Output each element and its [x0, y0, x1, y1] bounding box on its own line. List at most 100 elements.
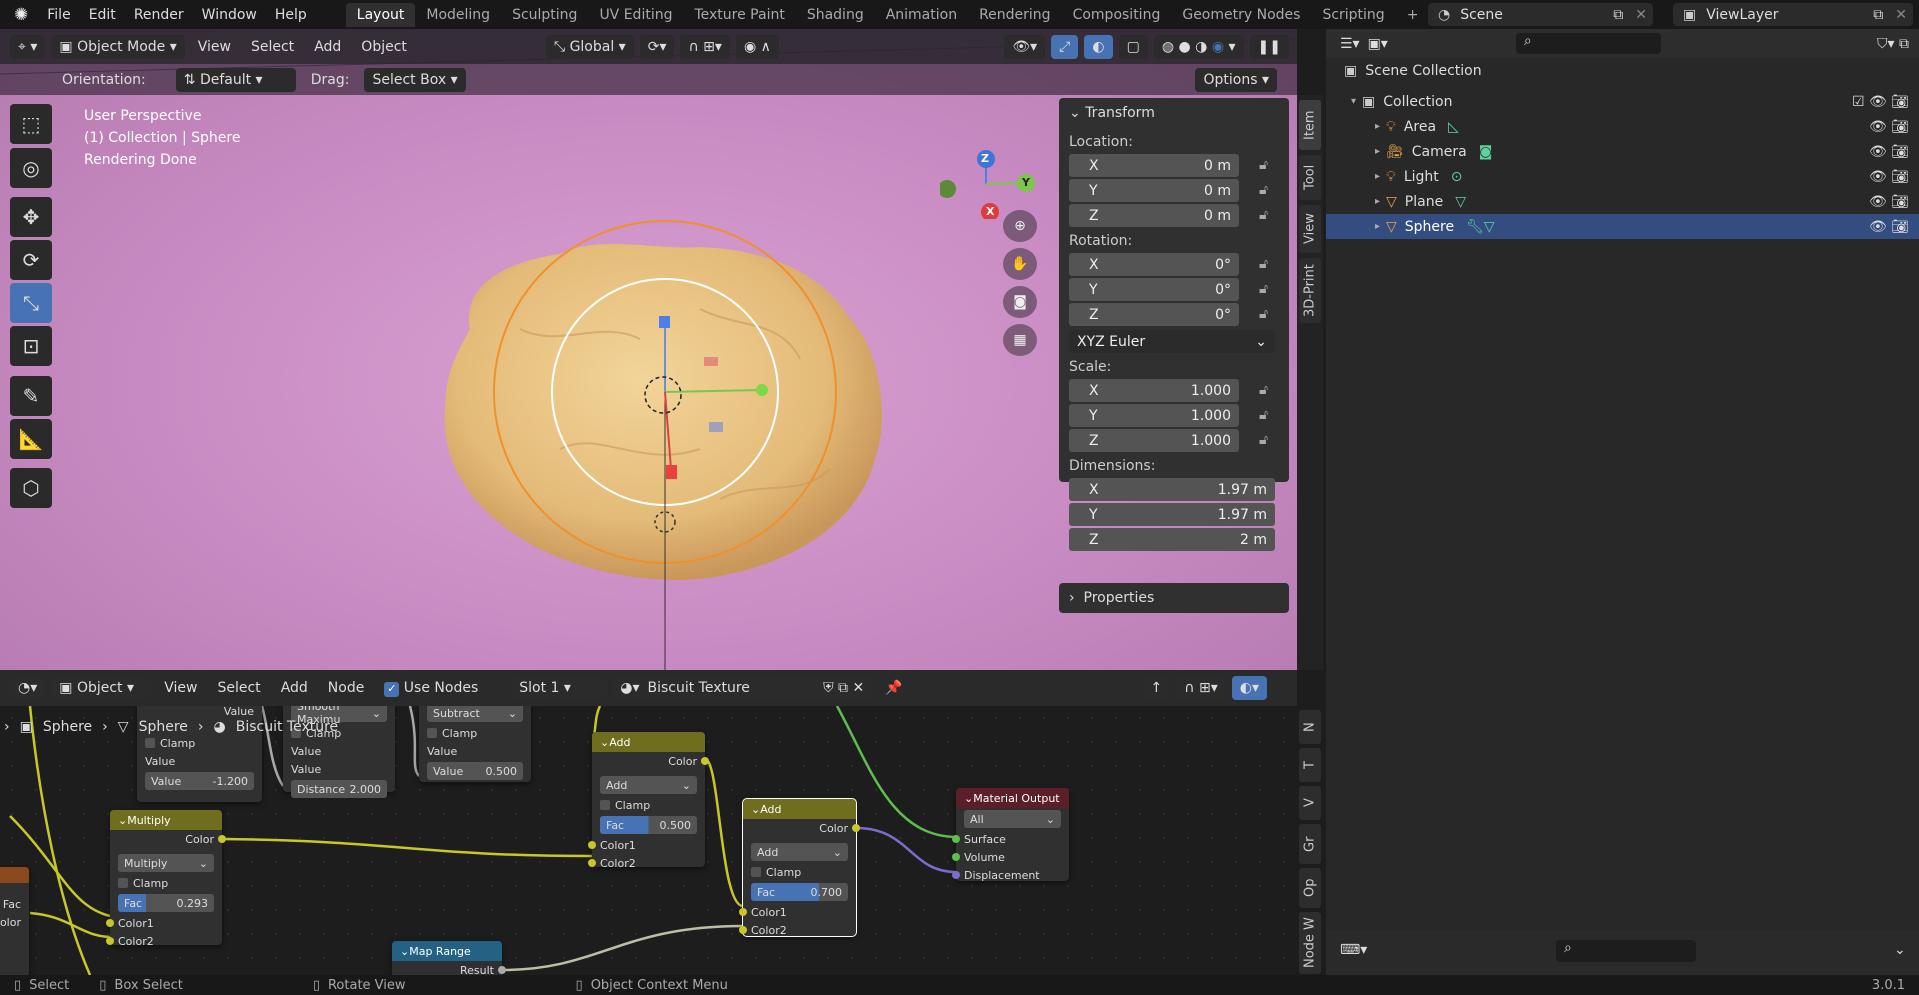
lock-icon[interactable]: 🔓︎ [1259, 382, 1268, 398]
properties-search-input[interactable]: ⌕ [1556, 940, 1696, 962]
scale-tool-icon[interactable]: ⤡ [10, 283, 52, 323]
outliner-label[interactable]: Light [1404, 169, 1439, 185]
rotation-x-field[interactable]: X 0° [1069, 253, 1239, 276]
value-field[interactable]: Value -1.200 [145, 772, 254, 790]
material-output-node[interactable]: ⌄ Material Output All ⌄ Surface Volume Di… [952, 788, 1069, 882]
breadcrumb-mesh[interactable]: Sphere [139, 719, 188, 735]
gizmo-toggle-icon[interactable]: ⤢ [1051, 34, 1079, 59]
use-nodes-checkbox[interactable]: ✓ Use Nodes [377, 676, 485, 701]
orientation-dropdown[interactable]: ⇅ Default ▾ [175, 67, 296, 92]
eye-icon[interactable]: 👁︎ [1869, 119, 1887, 135]
pause-render-icon[interactable]: ❚❚ [1249, 34, 1289, 59]
outliner-row-sphere[interactable]: ▸ ▽ Sphere 🔧︎▽ 👁︎ 📷︎ [1326, 214, 1919, 239]
operation-dropdown[interactable]: Subtract ⌄ [427, 706, 523, 722]
outliner-label[interactable]: Collection [1383, 94, 1452, 110]
lock-icon[interactable]: 🔓︎ [1259, 256, 1268, 272]
overlay-toggle-icon[interactable]: ◐▾ [1231, 676, 1267, 700]
tab-layout[interactable]: Layout [345, 2, 416, 27]
tab-texture-paint[interactable]: Texture Paint [683, 3, 795, 27]
fac-slider[interactable]: Fac 0.293 [118, 894, 214, 912]
tab-modeling[interactable]: Modeling [415, 3, 501, 27]
expand-arrow-icon[interactable]: ▸ [1326, 121, 1386, 132]
node-header[interactable]: ⌄ Multiply [110, 810, 222, 830]
lock-icon[interactable]: 🔓︎ [1259, 157, 1268, 173]
tab-animation[interactable]: Animation [875, 3, 968, 27]
gizmo-z[interactable]: Z [981, 152, 989, 165]
distance-field[interactable]: Distance 2.000 [291, 780, 387, 798]
menu-view[interactable]: View [191, 35, 238, 59]
proportional-edit-icon[interactable]: ◉ ∧ [735, 34, 779, 59]
chevron-down-icon[interactable]: ⌄ [1894, 942, 1906, 958]
mix-node-multiply[interactable]: ⌄ Multiply Color Multiply ⌄ Clamp Fac 0.29… [106, 810, 226, 948]
shading-modes-icon[interactable]: ◍ ● ◑ ◉ ▾ [1153, 34, 1244, 59]
measure-tool-icon[interactable]: 📐 [10, 419, 52, 459]
xray-icon[interactable]: ▢ [1118, 34, 1148, 59]
material-selector[interactable]: ◕▾ Biscuit Texture ⛨ ⧉ ✕ [612, 676, 873, 700]
math-node-subtract[interactable]: Subtract ⌄ Clamp Value Value 0.500 [419, 706, 531, 782]
pin-icon[interactable]: 📌 [878, 676, 909, 700]
camera-render-icon[interactable]: 📷︎ [1891, 119, 1909, 135]
blender-logo-icon[interactable]: ✺ [0, 5, 38, 25]
node-tab-gr[interactable]: Gr [1299, 824, 1321, 864]
eye-icon[interactable]: 👁︎ [1869, 169, 1887, 185]
expand-arrow-icon[interactable]: ▸ [1326, 146, 1386, 157]
gizmo-x[interactable]: X [986, 205, 994, 218]
tab-view[interactable]: View [1299, 205, 1321, 253]
node-header[interactable]: ⌄ Material Output [956, 788, 1069, 808]
eye-icon[interactable]: 👁︎ [1869, 144, 1887, 160]
eye-icon[interactable]: 👁︎ [1869, 194, 1887, 210]
options-dropdown[interactable]: Options ▾ [1195, 67, 1277, 92]
view-layer-selector[interactable]: ▣ ViewLayer ⧉ ✕ [1673, 3, 1913, 26]
menu-add[interactable]: Add [307, 35, 348, 59]
fake-user-icon[interactable]: ⛨ ⧉ ✕ [823, 680, 864, 696]
rotate-tool-icon[interactable]: ⟳ [10, 240, 52, 280]
camera-render-icon[interactable]: 📷︎ [1891, 144, 1909, 160]
shader-type-dropdown[interactable]: ▣ Object ▾ [51, 676, 152, 700]
menu-select[interactable]: Select [244, 35, 301, 59]
close-icon[interactable]: ✕ [1629, 7, 1653, 23]
rotation-mode-dropdown[interactable]: XYZ Euler ⌄ [1069, 330, 1275, 353]
new-scene-icon[interactable]: ⧉ [1607, 7, 1629, 23]
scale-z-field[interactable]: Z 1.000 [1069, 429, 1239, 452]
menu-node[interactable]: Node [321, 676, 372, 700]
node-tab-v[interactable]: V [1299, 786, 1321, 820]
node-header[interactable]: ⌄ Add [592, 732, 705, 752]
outliner-label[interactable]: Area [1404, 119, 1436, 135]
gizmo-y[interactable]: Y [1022, 176, 1030, 189]
new-layer-icon[interactable]: ⧉ [1867, 7, 1889, 23]
tab-uv-editing[interactable]: UV Editing [588, 3, 683, 27]
lock-icon[interactable]: 🔓︎ [1259, 407, 1268, 423]
rotation-y-field[interactable]: Y 0° [1069, 278, 1239, 301]
eye-icon[interactable]: 👁︎ [1869, 219, 1887, 235]
lock-icon[interactable]: 🔓︎ [1259, 207, 1268, 223]
transform-panel-header[interactable]: ⌄ Transform [1059, 98, 1289, 128]
dimensions-x-field[interactable]: X 1.97 m [1069, 478, 1275, 501]
add-workspace-icon[interactable]: + [1396, 3, 1430, 27]
eye-icon[interactable]: 👁︎ [1869, 94, 1887, 110]
filter-icon[interactable]: ⛉▾ ⧉ [1877, 36, 1909, 52]
tab-geometry-nodes[interactable]: Geometry Nodes [1171, 3, 1311, 27]
scene-name[interactable]: Scene [1460, 7, 1503, 23]
breadcrumb-material[interactable]: Biscuit Texture [236, 719, 338, 735]
grid-view-icon[interactable]: ▦ [1003, 324, 1037, 356]
annotate-tool-icon[interactable]: ✎ [10, 376, 52, 416]
pivot-icon[interactable]: ⟳▾ [639, 34, 675, 59]
expand-arrow-icon[interactable]: ▸ [1326, 196, 1386, 207]
editor-type-icon[interactable]: ◔▾ [10, 676, 46, 700]
location-y-field[interactable]: Y 0 m [1069, 179, 1239, 202]
menu-select[interactable]: Select [210, 676, 267, 700]
scale-x-field[interactable]: X 1.000 [1069, 379, 1239, 402]
camera-render-icon[interactable]: 📷︎ [1891, 194, 1909, 210]
node-canvas[interactable]: Value Clamp Value Value -1.200 Smooth Max… [0, 706, 1297, 975]
outliner-row-light[interactable]: ▸ 💡︎ Light ⊙ 👁︎ 📷︎ [1326, 164, 1919, 189]
outliner-search-input[interactable]: ⌕ [1515, 33, 1661, 54]
blend-dropdown[interactable]: Multiply ⌄ [118, 854, 214, 872]
map-range-node[interactable]: ⌄ Map Range Result [392, 941, 506, 975]
tab-3d-print[interactable]: 3D-Print [1299, 258, 1321, 323]
outliner-label[interactable]: Sphere [1405, 219, 1454, 235]
location-x-field[interactable]: X 0 m [1069, 154, 1239, 177]
tab-scripting[interactable]: Scripting [1311, 3, 1395, 27]
node-header[interactable]: ⌄ Map Range [392, 941, 502, 961]
transform-tool-icon[interactable]: ⊡ [10, 326, 52, 366]
tab-compositing[interactable]: Compositing [1062, 3, 1172, 27]
